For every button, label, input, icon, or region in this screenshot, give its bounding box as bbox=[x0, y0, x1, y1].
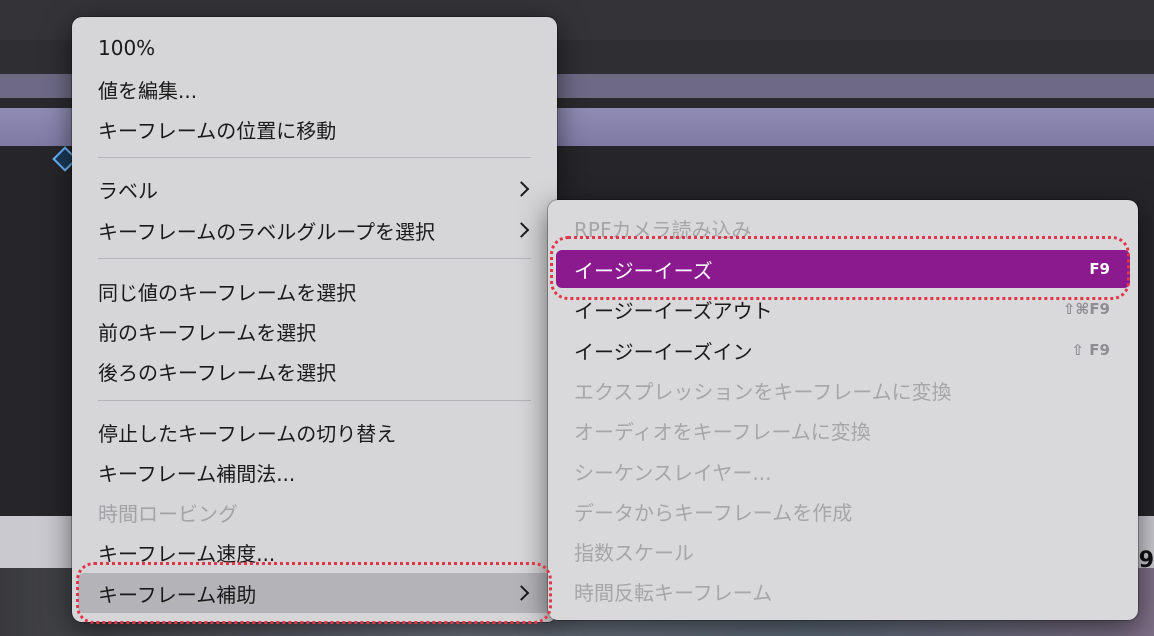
menu-item-select-following[interactable]: 後ろのキーフレームを選択 bbox=[98, 354, 545, 388]
submenu-item-label: イージーイーズイン bbox=[574, 339, 753, 364]
chevron-right-icon bbox=[513, 181, 530, 197]
chevron-right-icon bbox=[513, 222, 530, 238]
menu-item-label: 100% bbox=[98, 36, 156, 60]
timecode-fragment: 9 bbox=[1138, 548, 1154, 573]
menu-item-label-submenu[interactable]: ラベル bbox=[98, 172, 545, 206]
menu-item-label: 時間ロービング bbox=[98, 501, 238, 526]
menu-separator bbox=[98, 157, 531, 158]
submenu-item-label: エクスプレッションをキーフレームに変換 bbox=[574, 379, 952, 404]
menu-item-label: キーフレームの位置に移動 bbox=[98, 118, 337, 143]
menu-item-rove-across-time: 時間ロービング bbox=[98, 495, 545, 529]
menu-item-interpolation[interactable]: キーフレーム補間法... bbox=[98, 455, 545, 489]
menu-item-select-label-group[interactable]: キーフレームのラベルグループを選択 bbox=[98, 213, 545, 247]
annotation-outline-easy-ease bbox=[550, 236, 1130, 300]
submenu-item-easy-ease-in[interactable]: イージーイーズイン ⇧ F9 bbox=[574, 333, 1110, 367]
shortcut-label: ⇧ F9 bbox=[1071, 341, 1110, 359]
menu-item-zoom-value[interactable]: 100% bbox=[98, 31, 545, 65]
submenu-item-label: オーディオをキーフレームに変換 bbox=[574, 419, 871, 444]
menu-item-label: キーフレーム補間法... bbox=[98, 461, 296, 486]
menu-item-edit-value[interactable]: 値を編集... bbox=[98, 72, 545, 106]
menu-item-select-previous[interactable]: 前のキーフレームを選択 bbox=[98, 314, 545, 348]
menu-item-label: 同じ値のキーフレームを選択 bbox=[98, 280, 357, 305]
submenu-item-time-reverse: 時間反転キーフレーム bbox=[574, 574, 1110, 608]
submenu-item-convert-audio: オーディオをキーフレームに変換 bbox=[574, 413, 1110, 447]
menu-item-label: 後ろのキーフレームを選択 bbox=[98, 360, 337, 385]
menu-item-go-to-keyframe[interactable]: キーフレームの位置に移動 bbox=[98, 112, 545, 146]
submenu-item-label: シーケンスレイヤー... bbox=[574, 460, 772, 485]
submenu-item-convert-expression: エクスプレッションをキーフレームに変換 bbox=[574, 373, 1110, 407]
submenu-item-sequence-layers: シーケンスレイヤー... bbox=[574, 454, 1110, 488]
menu-separator bbox=[98, 400, 531, 401]
annotation-outline-keyframe-assistant bbox=[76, 562, 552, 624]
submenu-item-exponential-scale: 指数スケール bbox=[574, 534, 1110, 568]
submenu-item-label: 指数スケール bbox=[574, 540, 694, 565]
menu-item-select-equal-values[interactable]: 同じ値のキーフレームを選択 bbox=[98, 274, 545, 308]
menu-item-label: 前のキーフレームを選択 bbox=[98, 320, 317, 345]
submenu-item-label: データからキーフレームを作成 bbox=[574, 500, 853, 525]
context-menu: 100% 値を編集... キーフレームの位置に移動 ラベル キーフレームのラベル… bbox=[72, 17, 557, 622]
submenu-item-keyframes-from-data: データからキーフレームを作成 bbox=[574, 494, 1110, 528]
menu-item-label: 値を編集... bbox=[98, 78, 198, 103]
menu-item-label: 停止したキーフレームの切り替え bbox=[98, 421, 397, 446]
menu-item-label: キーフレームのラベルグループを選択 bbox=[98, 219, 435, 244]
menu-item-label: ラベル bbox=[98, 178, 158, 203]
menu-item-toggle-hold[interactable]: 停止したキーフレームの切り替え bbox=[98, 415, 545, 449]
shortcut-label: ⇧⌘F9 bbox=[1062, 300, 1110, 318]
submenu-item-label: 時間反転キーフレーム bbox=[574, 580, 773, 605]
menu-separator bbox=[98, 258, 531, 259]
